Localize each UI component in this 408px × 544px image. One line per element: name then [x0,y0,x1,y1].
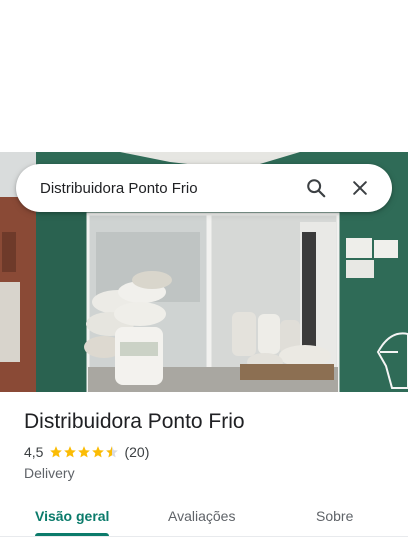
tab-overview-label: Visão geral [35,508,110,524]
star-icon [50,446,63,458]
tabs-divider [0,536,408,537]
search-bar[interactable]: Distribuidora Ponto Frio [16,164,392,212]
rating-row[interactable]: 4,5 (20) [24,444,149,460]
star-icon [92,446,105,458]
rating-value: 4,5 [24,444,44,460]
star-icon [64,446,77,458]
star-rating [49,445,119,459]
tab-about[interactable]: Sobre [272,496,408,536]
tab-reviews[interactable]: Avaliações [144,496,272,536]
place-tabs: Visão geral Avaliações Sobre [0,496,408,536]
close-icon[interactable] [342,170,378,206]
star-half-icon [106,446,119,458]
place-details-panel: Distribuidora Ponto Frio Distribuidora P… [0,0,408,544]
search-input[interactable]: Distribuidora Ponto Frio [40,180,290,197]
tab-reviews-label: Avaliações [168,508,236,524]
tab-about-label: Sobre [316,508,354,524]
tab-overview[interactable]: Visão geral [0,496,144,536]
review-count[interactable]: (20) [124,444,149,460]
place-category[interactable]: Delivery [24,465,75,481]
star-icon [78,446,91,458]
place-title: Distribuidora Ponto Frio [24,410,245,433]
search-icon[interactable] [298,170,334,206]
